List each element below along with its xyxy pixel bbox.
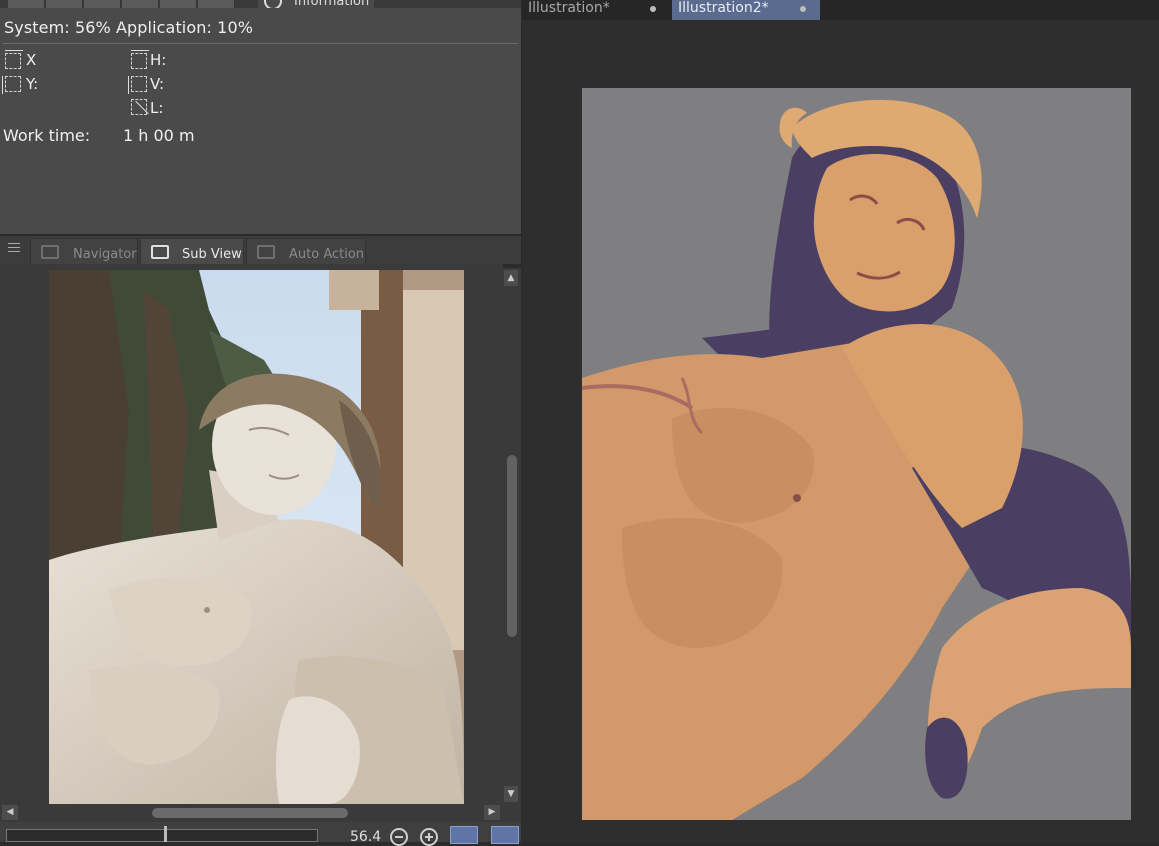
y-label: Y: (26, 75, 39, 93)
width-dimension-icon (5, 50, 23, 69)
zoom-value[interactable]: 56.4 (350, 829, 381, 845)
fit-view-icon[interactable] (450, 826, 478, 844)
zoom-slider[interactable] (6, 829, 318, 842)
v-label: V: (150, 75, 165, 93)
panel-tab-2[interactable] (46, 0, 83, 8)
panel-tab-1[interactable] (8, 0, 45, 8)
zoom-slider-handle[interactable] (164, 826, 167, 842)
navigator-icon (41, 245, 59, 259)
info-icon (264, 0, 282, 8)
v-dimension-icon (128, 76, 147, 94)
eyedropper-icon[interactable] (491, 826, 519, 844)
close-tab-icon[interactable] (800, 6, 806, 12)
zoom-out-icon[interactable] (390, 828, 408, 846)
document-tab-label: Illustration2* (678, 0, 769, 16)
vertical-scroll-thumb[interactable] (507, 455, 517, 637)
close-tab-icon[interactable] (650, 6, 656, 12)
panel-tab-5[interactable] (160, 0, 197, 8)
panel-tab-6[interactable] (198, 0, 235, 8)
info-panel-tabstrip: Information (0, 0, 521, 8)
scroll-down-arrow-icon[interactable]: ▼ (504, 786, 518, 802)
zoom-in-icon[interactable] (420, 828, 438, 846)
system-usage-text: System: 56% Application: 10% (4, 18, 254, 37)
work-time-label: Work time: (3, 126, 91, 145)
height-dimension-icon (2, 76, 21, 94)
scroll-corner (503, 804, 521, 822)
tab-information-label: Information (294, 0, 370, 8)
info-separator (3, 43, 518, 44)
document-tab-label: Illustration* (528, 0, 610, 16)
x-label: X (26, 51, 37, 69)
panel-menu-icon[interactable] (8, 243, 20, 255)
l-label: L: (150, 99, 164, 117)
tab-navigator-label: Navigator (73, 247, 137, 262)
tab-auto-action[interactable]: Auto Action (246, 238, 366, 264)
document-tab-illustration[interactable]: Illustration* (522, 0, 670, 20)
length-dimension-icon (131, 99, 149, 115)
tab-sub-view[interactable]: Sub View (140, 238, 244, 264)
horizontal-scroll-thumb[interactable] (152, 808, 348, 818)
work-time-value: 1 h 00 m (123, 126, 195, 145)
h-label: H: (150, 51, 167, 69)
tab-auto-action-label: Auto Action (289, 247, 365, 262)
scroll-up-arrow-icon[interactable]: ▲ (504, 270, 518, 286)
document-tab-bar: Illustration* Illustration2* (522, 0, 1159, 20)
h-dimension-icon (131, 50, 149, 69)
scroll-right-arrow-icon[interactable]: ▶ (484, 805, 500, 820)
reference-image (49, 270, 464, 804)
auto-action-icon (257, 245, 275, 259)
tab-sub-view-label: Sub View (182, 247, 242, 262)
panel-tab-3[interactable] (84, 0, 121, 8)
scroll-left-arrow-icon[interactable]: ◀ (2, 805, 18, 820)
drawing-canvas[interactable] (582, 88, 1131, 820)
panel-tab-4[interactable] (122, 0, 159, 8)
tab-information[interactable]: Information (258, 0, 374, 8)
sub-view-icon (151, 245, 169, 259)
tab-navigator[interactable]: Navigator (30, 238, 138, 264)
document-tab-illustration2[interactable]: Illustration2* (672, 0, 820, 20)
